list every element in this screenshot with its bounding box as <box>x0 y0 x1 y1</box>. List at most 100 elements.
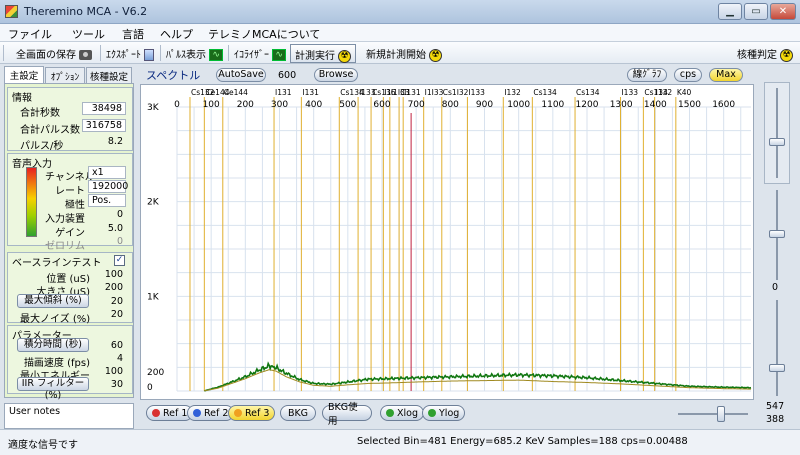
tab-main[interactable]: 主設定 <box>4 66 44 84</box>
zero-label: ゼロリム <box>45 241 85 252</box>
max-button[interactable]: Max <box>709 68 743 82</box>
nuclide-markers: Cs132Ce144Ce144 I131 I131 Cs134I133Cs136I1 I… <box>189 88 692 391</box>
maximize-icon: ▭ <box>751 6 761 17</box>
polarity-select[interactable]: Pos. <box>88 194 126 207</box>
zoom-slider-track[interactable] <box>678 413 748 415</box>
menu-bar: ファイル ツール 言語 ヘルプ テレミノMCAについて <box>0 24 800 42</box>
autosave-value[interactable]: 600 <box>278 70 296 81</box>
ref3-button[interactable]: Ref 3 <box>228 405 276 421</box>
draw-speed-value[interactable]: 4 <box>94 353 126 366</box>
save-screen-button[interactable]: 全画面の保存 <box>16 46 93 61</box>
channel-label: チャンネル <box>45 172 95 183</box>
rate-select[interactable]: 192000 <box>88 180 128 193</box>
browse-button[interactable]: Browse <box>314 68 358 82</box>
baseline-checkbox[interactable]: ✓ <box>114 255 125 266</box>
window-title: Theremino MCA - V6.2 <box>24 5 148 18</box>
integration-time-value[interactable]: 60 <box>94 340 126 353</box>
x-tick-label: 1000 <box>507 100 530 110</box>
x-tick-label: 0 <box>174 100 180 110</box>
channel-select[interactable]: x1 <box>88 166 126 179</box>
minimize-button[interactable]: ▁ <box>718 3 742 20</box>
user-notes[interactable]: User notes <box>4 403 134 429</box>
new-measure-button[interactable]: 新規計測開始 ☢ <box>366 46 443 62</box>
gain-slider-track[interactable] <box>776 88 778 178</box>
nuclide-marker-label: I131 <box>275 88 292 97</box>
radiation-icon: ☢ <box>338 49 352 63</box>
ylog-indicator-icon <box>428 409 436 417</box>
info-title: 情報 <box>12 93 32 104</box>
spectrum-svg[interactable]: Cs132Ce144Ce144 I131 I131 Cs134I133Cs136I1 I… <box>141 85 755 401</box>
min-energy-value[interactable]: 100 <box>94 366 126 379</box>
tab-nuclide-settings[interactable]: 核種設定 <box>86 67 132 83</box>
ylog-label: Ylog <box>439 407 460 419</box>
nuclide-marker-label: Cs134 <box>533 88 557 97</box>
oscilloscope-icon: ∿ <box>209 49 224 61</box>
total-pulses-label: 合計パルス数 <box>20 125 80 136</box>
integration-time-button[interactable]: 積分時間 (秒) <box>17 338 89 352</box>
max-slope-value[interactable]: 20 <box>94 296 126 309</box>
total-pulses-value: 316758 <box>82 119 126 132</box>
menu-help[interactable]: ヘルプ <box>160 26 193 42</box>
polarity-label: 極性 <box>65 200 85 211</box>
bkg-button[interactable]: BKG <box>280 405 316 421</box>
x-tick-label: 1500 <box>678 100 701 110</box>
offset-slider-thumb[interactable] <box>769 230 785 238</box>
radiation-icon: ☢ <box>780 48 794 62</box>
xlog-button[interactable]: Xlog <box>380 405 424 421</box>
radiation-icon: ☢ <box>429 48 443 62</box>
value-388: 388 <box>766 414 785 425</box>
offset-value: 0 <box>772 282 779 293</box>
signal-level-meter <box>26 167 37 237</box>
x-tick-label: 200 <box>237 100 254 110</box>
menu-about[interactable]: テレミノMCAについて <box>208 26 320 42</box>
export-button[interactable]: ｴｸｽﾎﾟｰﾄ <box>106 46 155 61</box>
nuclide-button[interactable]: 核種判定 ☢ <box>737 46 794 62</box>
value-547: 547 <box>766 401 785 412</box>
y-tick-label: 0 <box>147 383 153 393</box>
position-value[interactable]: 100 <box>94 269 126 282</box>
x-tick-label: 1300 <box>610 100 633 110</box>
zero-value: 0 <box>116 236 123 247</box>
autosave-button[interactable]: AutoSave <box>216 68 266 82</box>
run-measure-button[interactable]: 計測実行 ☢ <box>290 44 357 63</box>
zoom-slider-thumb[interactable] <box>717 406 725 422</box>
cps-button[interactable]: cps <box>674 68 702 82</box>
ylog-button[interactable]: Ylog <box>422 405 466 421</box>
ref3-indicator-icon <box>234 409 242 417</box>
menu-file[interactable]: ファイル <box>8 26 52 42</box>
x-tick-label: 1600 <box>712 100 735 110</box>
y-tick-label: 2K <box>147 198 160 208</box>
maximize-button[interactable]: ▭ <box>744 3 768 20</box>
threshold-slider-track[interactable] <box>776 300 778 396</box>
toolbar: 全画面の保存 ｴｸｽﾎﾟｰﾄ ﾊﾟﾙｽ表示 ∿ ｲｺﾗｲｻﾞｰ ∿ 計測実行 ☢… <box>0 42 800 64</box>
max-noise-label: 最大ノイズ (%) <box>20 314 91 325</box>
gain-slider-thumb[interactable] <box>769 138 785 146</box>
max-slope-button[interactable]: 最大傾斜 (%) <box>17 294 89 308</box>
ref1-label: Ref 1 <box>163 407 188 419</box>
input-device-value[interactable]: 0 <box>88 209 126 222</box>
iir-filter-value[interactable]: 30 <box>94 379 126 392</box>
iir-filter-button[interactable]: IIR フィルター (%) <box>17 377 89 401</box>
x-tick-label: 500 <box>339 100 356 110</box>
x-tick-label: 1100 <box>541 100 564 110</box>
close-button[interactable]: ✕ <box>770 3 796 20</box>
toolbar-separator <box>228 45 229 61</box>
pulse-display-button[interactable]: ﾊﾟﾙｽ表示 ∿ <box>166 46 224 61</box>
ref2-label: Ref 2 <box>204 407 229 419</box>
size-value[interactable]: 200 <box>94 282 126 295</box>
threshold-slider-thumb[interactable] <box>769 364 785 372</box>
nuclide-marker-label: Cs1I32 <box>443 88 469 97</box>
menu-language[interactable]: 言語 <box>122 26 144 42</box>
line-graph-button[interactable]: 線ｸﾞﾗﾌ <box>627 68 667 82</box>
menu-tools[interactable]: ツール <box>72 26 105 42</box>
pulse-display-label: ﾊﾟﾙｽ表示 <box>166 50 206 61</box>
spectrum-chart[interactable]: Cs132 Ce144 Ce144 I131 I131 Cs134 I133 Cs136 I1 I… <box>140 84 754 400</box>
x-tick-label: 100 <box>203 100 220 110</box>
bkg-use-button[interactable]: BKG使用 <box>322 402 372 427</box>
gain-value[interactable]: 5.0 <box>88 223 126 236</box>
tab-options[interactable]: ｵﾌﾟｼｮﾝ <box>45 67 85 83</box>
xlog-label: Xlog <box>397 407 418 419</box>
max-noise-value[interactable]: 20 <box>94 309 126 322</box>
y-tick-label: 1K <box>147 292 160 302</box>
equalizer-button[interactable]: ｲｺﾗｲｻﾞｰ ∿ <box>234 46 287 61</box>
